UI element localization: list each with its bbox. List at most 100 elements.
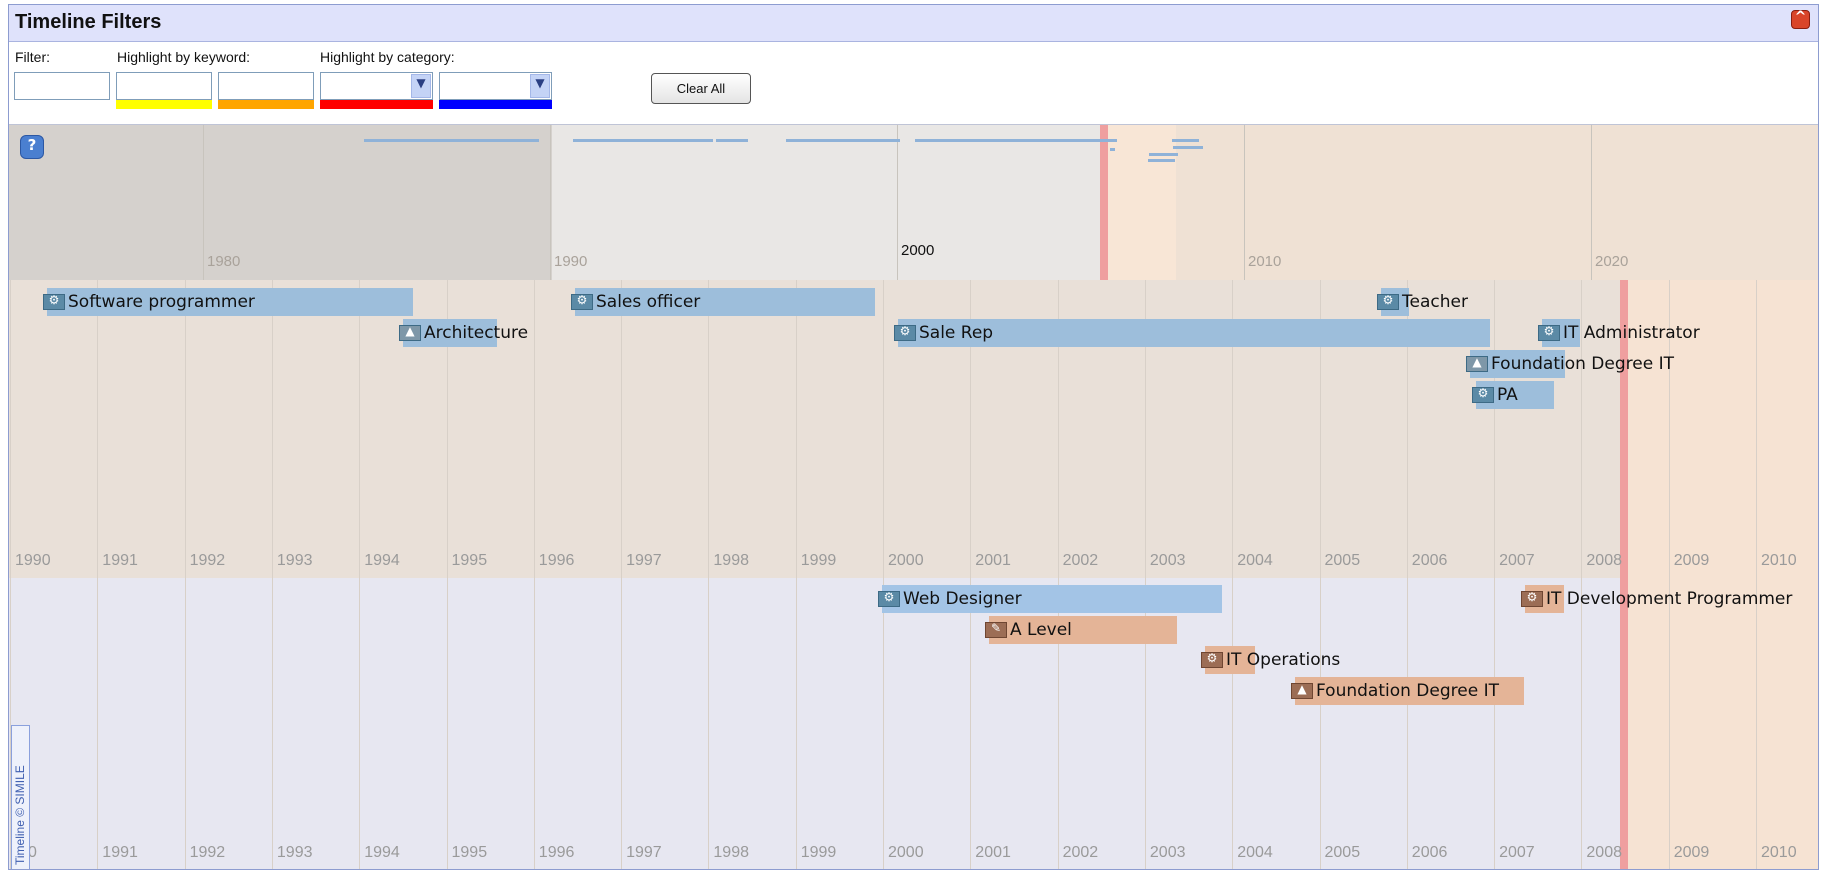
year-label-top: 2008 <box>1586 552 1622 569</box>
highlight-keyword-label: Highlight by keyword: <box>117 49 251 65</box>
chevron-up-icon: ^ <box>1794 9 1807 25</box>
event-label[interactable]: Web Designer <box>903 589 1022 609</box>
panel-title: Timeline Filters <box>15 11 162 33</box>
year-label-top: 1998 <box>713 552 749 569</box>
year-gridline <box>1668 578 1670 869</box>
timeline-event[interactable]: ⚙ Software programmer <box>43 288 413 316</box>
year-label-top: 2009 <box>1673 552 1710 569</box>
overview-event <box>1172 139 1199 142</box>
overview-event <box>573 139 713 142</box>
overview-band[interactable]: 1980 1990 2000 2010 2020 <box>9 125 1818 280</box>
gear-icon: ⚙ <box>1472 386 1494 403</box>
year-label-top: 2002 <box>1062 552 1099 569</box>
year-label-bottom: 1995 <box>451 844 488 861</box>
year-gridline <box>10 280 11 578</box>
event-label[interactable]: Foundation Degree IT <box>1491 354 1674 374</box>
keyword-highlight-input-1[interactable] <box>116 72 212 100</box>
overview-event <box>364 139 539 142</box>
overview-today-marker <box>1100 125 1108 280</box>
year-label-bottom: 2004 <box>1237 844 1273 861</box>
year-label-top: 1995 <box>451 552 488 569</box>
timeline-event[interactable]: ✎ A Level <box>985 616 1289 644</box>
main-band-top[interactable]: 1990 1991 1992 1993 1994 1995 1996 1997 1998 1999… <box>9 280 1818 578</box>
year-label-top: 1994 <box>364 552 400 569</box>
overview-future-shade <box>1100 125 1818 280</box>
category-select-1[interactable]: ▼ <box>320 72 433 100</box>
filter-input[interactable] <box>14 72 110 100</box>
timeline-event[interactable]: ⚙ Sales officer <box>571 288 875 316</box>
year-label-top: 1993 <box>276 552 313 569</box>
event-label[interactable]: IT Administrator <box>1563 323 1700 343</box>
chevron-down-icon[interactable]: ▼ <box>530 74 550 98</box>
filter-label: Filter: <box>15 49 50 65</box>
help-icon[interactable]: ? <box>20 135 44 159</box>
timeline-event[interactable]: ⚙ PA <box>1472 381 1776 409</box>
overview-event <box>1173 146 1203 149</box>
chevron-down-icon[interactable]: ▼ <box>411 74 431 98</box>
timeline-event[interactable]: ⚙ Sale Rep <box>894 319 1490 347</box>
year-label-top: 1996 <box>538 552 575 569</box>
year-gridline <box>970 578 972 869</box>
clear-all-button[interactable]: Clear All <box>651 73 751 104</box>
year-label-bottom: 1991 <box>102 844 138 861</box>
year-label-bottom: 1998 <box>713 844 749 861</box>
future-shade <box>1621 578 1818 869</box>
year-label-bottom: 2006 <box>1411 844 1448 861</box>
year-label-top: 1999 <box>800 552 837 569</box>
event-label[interactable]: Sales officer <box>596 292 700 312</box>
year-label-top: 2001 <box>975 552 1011 569</box>
diploma-icon: ✎ <box>985 621 1007 638</box>
gear-icon: ⚙ <box>894 324 916 341</box>
year-label-bottom: 2001 <box>975 844 1011 861</box>
year-label-top: 2004 <box>1237 552 1273 569</box>
timeline-event[interactable]: ⚙ IT Development Programmer <box>1521 585 1818 613</box>
year-label-bottom: 1996 <box>538 844 575 861</box>
year-gridline <box>1756 578 1757 869</box>
year-label-top: 2006 <box>1411 552 1448 569</box>
overview-event <box>786 139 900 142</box>
timeline-event[interactable]: ⚙ Web Designer <box>878 585 1222 613</box>
event-label[interactable]: Software programmer <box>68 292 255 312</box>
timeline-event[interactable]: ⚙ Teacher <box>1377 288 1681 316</box>
timeline-filters-panel: Timeline Filters ^ Filter: Highlight by … <box>8 4 1819 870</box>
gear-icon: ⚙ <box>1201 651 1223 668</box>
collapse-button[interactable]: ^ <box>1791 9 1810 29</box>
year-gridline <box>795 280 797 578</box>
year-gridline <box>708 280 710 578</box>
year-gridline <box>1319 578 1321 869</box>
year-gridline <box>184 280 186 578</box>
category-select-2[interactable]: ▼ <box>439 72 552 100</box>
timeline-event[interactable]: ▲ Architecture <box>399 319 703 347</box>
simile-credit[interactable]: Timeline © SIMILE <box>11 725 30 869</box>
year-gridline <box>533 578 535 869</box>
year-label-bottom: 1994 <box>364 844 400 861</box>
event-label[interactable]: A Level <box>1010 620 1072 640</box>
event-label[interactable]: PA <box>1497 385 1518 405</box>
keyword-highlight-input-2[interactable] <box>218 72 314 100</box>
year-label-bottom: 1997 <box>626 844 662 861</box>
timeline-event[interactable]: ▲ Foundation Degree IT <box>1291 677 1595 705</box>
overview-label-2020: 2020 <box>1595 253 1629 270</box>
year-label-top: 2010 <box>1761 552 1797 569</box>
overview-event <box>1110 148 1115 151</box>
year-label-bottom: 2010 <box>1761 844 1797 861</box>
timeline-event[interactable]: ▲ Foundation Degree IT <box>1466 350 1770 378</box>
event-label[interactable]: Architecture <box>424 323 528 343</box>
year-label-top: 1992 <box>189 552 226 569</box>
panel-header: Timeline Filters ^ <box>9 5 1818 42</box>
overview-label-1980: 1980 <box>207 253 241 270</box>
graduation-cap-icon: ▲ <box>1466 355 1488 372</box>
main-band-bottom[interactable]: 0 1991 1992 1993 1994 1995 1996 1997 1998 1999 200… <box>9 578 1818 869</box>
event-label[interactable]: Teacher <box>1402 292 1468 312</box>
year-gridline <box>359 280 361 578</box>
year-label-top: 2007 <box>1499 552 1535 569</box>
graduation-cap-icon: ▲ <box>1291 682 1313 699</box>
event-label[interactable]: Foundation Degree IT <box>1316 681 1499 701</box>
event-label[interactable]: IT Development Programmer <box>1546 589 1792 609</box>
timeline-event[interactable]: ⚙ IT Administrator <box>1538 319 1818 347</box>
year-gridline <box>708 578 710 869</box>
timeline-event[interactable]: ⚙ IT Operations <box>1201 646 1505 674</box>
keyword-2-color-bar <box>218 100 314 109</box>
event-label[interactable]: IT Operations <box>1226 650 1340 670</box>
event-label[interactable]: Sale Rep <box>919 323 993 343</box>
